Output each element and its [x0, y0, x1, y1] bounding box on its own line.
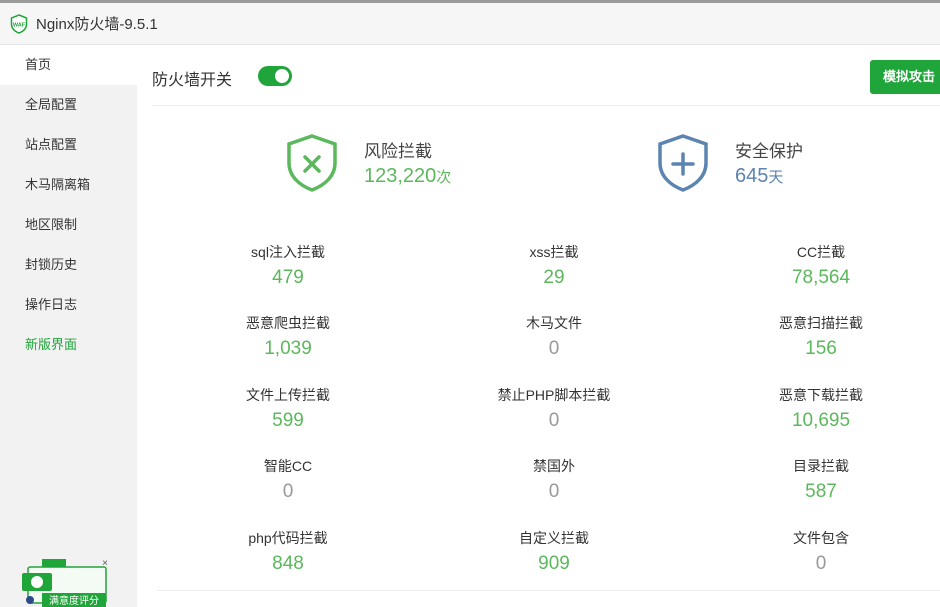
sidebar-item-block-history[interactable]: 封锁历史: [0, 245, 137, 285]
stat-label: 恶意扫描拦截: [779, 315, 863, 331]
stat-value: 0: [282, 481, 294, 502]
stat-value: 479: [272, 267, 304, 288]
stat-item: 目录拦截 587: [721, 457, 921, 505]
stat-label: 木马文件: [526, 315, 582, 331]
stat-label: 恶意爬虫拦截: [246, 315, 330, 331]
stat-item: php代码拦截 848: [188, 529, 388, 577]
toggle-knob: [275, 69, 289, 83]
stat-label: 文件包含: [793, 530, 849, 546]
stat-item: 恶意爬虫拦截 1,039: [188, 314, 388, 362]
stat-value: 1,039: [264, 338, 312, 359]
stat-item: 自定义拦截 909: [454, 529, 654, 577]
risk-intercept-summary: 风险拦截 123,220次: [286, 133, 486, 195]
stat-item: CC拦截 78,564: [721, 243, 921, 291]
stat-item: sql注入拦截 479: [188, 243, 388, 291]
safe-protection-value: 645天: [735, 165, 784, 187]
stat-label: 禁国外: [533, 458, 575, 474]
stat-value: 29: [543, 267, 565, 288]
stat-value: 599: [272, 410, 304, 431]
stat-value: 848: [272, 553, 304, 574]
stat-value: 156: [805, 338, 837, 359]
sidebar-item-new-ui[interactable]: 新版界面: [0, 325, 137, 365]
stat-label: CC拦截: [796, 244, 846, 260]
sidebar-item-home[interactable]: 首页: [0, 45, 137, 85]
stat-label: 目录拦截: [793, 458, 849, 474]
divider: [157, 590, 940, 591]
svg-text:满意度评分: 满意度评分: [49, 594, 99, 607]
stat-value: 0: [548, 481, 560, 502]
stat-item: 智能CC 0: [188, 457, 388, 505]
firewall-header: 防火墙开关 模拟攻击: [152, 45, 940, 106]
stat-label: 自定义拦截: [519, 530, 589, 546]
shield-x-icon: [287, 134, 337, 192]
stat-item: 禁止PHP脚本拦截 0: [454, 386, 654, 434]
firewall-toggle[interactable]: [258, 66, 292, 86]
stat-value: 0: [548, 410, 560, 431]
stat-value: 0: [548, 338, 560, 359]
risk-intercept-label: 风险拦截: [364, 142, 432, 161]
stat-label: 恶意下载拦截: [779, 387, 863, 403]
stat-label: 智能CC: [263, 458, 313, 474]
stat-item: 禁国外 0: [454, 457, 654, 505]
app-title: Nginx防火墙-9.5.1: [36, 16, 158, 33]
stat-value: 78,564: [791, 267, 851, 288]
stat-item: 文件包含 0: [721, 529, 921, 577]
shield-plus-icon: [658, 134, 708, 192]
rating-banner-icon: 满意度评分: [22, 559, 107, 607]
stat-label: 禁止PHP脚本拦截: [497, 387, 611, 403]
sidebar-item-global-config[interactable]: 全局配置: [0, 85, 137, 125]
sidebar: 首页 全局配置 站点配置 木马隔离箱 地区限制 封锁历史 操作日志 新版界面 满…: [0, 45, 137, 607]
safe-protection-label: 安全保护: [735, 142, 803, 161]
stat-value: 587: [805, 481, 837, 502]
stat-item: xss拦截 29: [454, 243, 654, 291]
stat-value: 0: [815, 553, 827, 574]
stat-label: 文件上传拦截: [246, 387, 330, 403]
sidebar-item-trojan-quarantine[interactable]: 木马隔离箱: [0, 165, 137, 205]
sidebar-item-site-config[interactable]: 站点配置: [0, 125, 137, 165]
svg-text:WAF: WAF: [13, 22, 26, 28]
stat-label: php代码拦截: [248, 530, 328, 546]
stat-item: 木马文件 0: [454, 314, 654, 362]
main-content: 防火墙开关 模拟攻击 风险拦截 123,220次 安全保护 645天 sql注入…: [137, 45, 940, 607]
stat-item: 恶意扫描拦截 156: [721, 314, 921, 362]
risk-intercept-value: 123,220次: [364, 165, 452, 187]
stat-label: sql注入拦截: [251, 244, 325, 260]
sidebar-item-operation-log[interactable]: 操作日志: [0, 285, 137, 325]
firewall-switch-label: 防火墙开关: [152, 72, 233, 89]
stat-value: 10,695: [791, 410, 851, 431]
waf-shield-icon: WAF: [10, 13, 28, 34]
stat-value: 909: [538, 553, 570, 574]
title-bar: WAF Nginx防火墙-9.5.1: [0, 3, 940, 45]
stat-item: 恶意下载拦截 10,695: [721, 386, 921, 434]
safe-protection-summary: 安全保护 645天: [657, 133, 857, 195]
sidebar-item-region-limit[interactable]: 地区限制: [0, 205, 137, 245]
stat-item: 文件上传拦截 599: [188, 386, 388, 434]
simulate-attack-button[interactable]: 模拟攻击: [870, 60, 940, 94]
satisfaction-rating-widget[interactable]: 满意度评分 ×: [22, 559, 108, 607]
stat-label: xss拦截: [529, 244, 579, 260]
close-icon[interactable]: ×: [102, 559, 108, 569]
